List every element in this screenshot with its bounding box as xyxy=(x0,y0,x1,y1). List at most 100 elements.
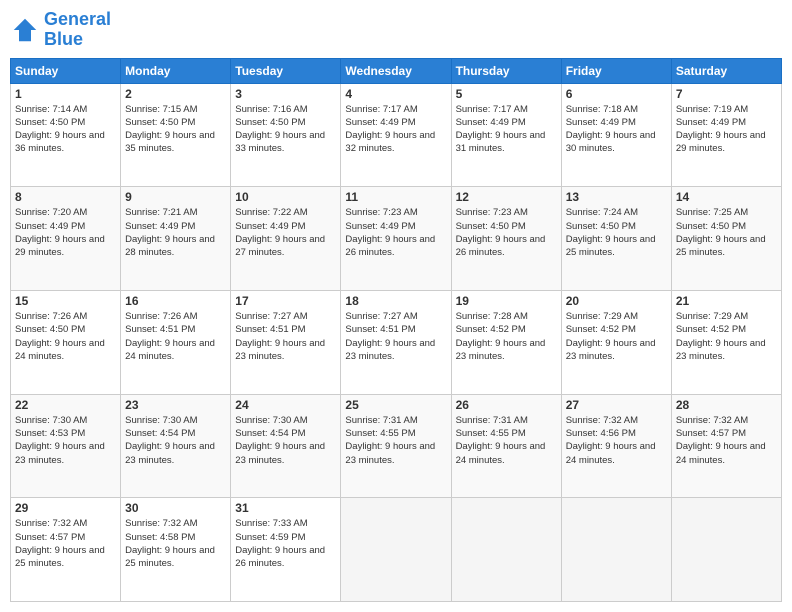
day-info: Sunrise: 7:30 AMSunset: 4:54 PMDaylight:… xyxy=(235,414,336,467)
calendar-cell: 5 Sunrise: 7:17 AMSunset: 4:49 PMDayligh… xyxy=(451,83,561,187)
day-number: 9 xyxy=(125,190,226,204)
day-number: 30 xyxy=(125,501,226,515)
calendar-cell: 22 Sunrise: 7:30 AMSunset: 4:53 PMDaylig… xyxy=(11,394,121,498)
day-number: 25 xyxy=(345,398,446,412)
day-number: 5 xyxy=(456,87,557,101)
day-number: 19 xyxy=(456,294,557,308)
calendar-cell: 30 Sunrise: 7:32 AMSunset: 4:58 PMDaylig… xyxy=(121,498,231,602)
day-info: Sunrise: 7:25 AMSunset: 4:50 PMDaylight:… xyxy=(676,206,777,259)
week-row-4: 22 Sunrise: 7:30 AMSunset: 4:53 PMDaylig… xyxy=(11,394,782,498)
calendar-cell: 21 Sunrise: 7:29 AMSunset: 4:52 PMDaylig… xyxy=(671,290,781,394)
day-number: 22 xyxy=(15,398,116,412)
day-info: Sunrise: 7:20 AMSunset: 4:49 PMDaylight:… xyxy=(15,206,116,259)
calendar-cell: 25 Sunrise: 7:31 AMSunset: 4:55 PMDaylig… xyxy=(341,394,451,498)
day-info: Sunrise: 7:30 AMSunset: 4:54 PMDaylight:… xyxy=(125,414,226,467)
calendar-cell xyxy=(451,498,561,602)
day-number: 11 xyxy=(345,190,446,204)
day-info: Sunrise: 7:26 AMSunset: 4:50 PMDaylight:… xyxy=(15,310,116,363)
day-info: Sunrise: 7:16 AMSunset: 4:50 PMDaylight:… xyxy=(235,103,336,156)
day-info: Sunrise: 7:17 AMSunset: 4:49 PMDaylight:… xyxy=(345,103,446,156)
day-number: 8 xyxy=(15,190,116,204)
calendar-cell: 26 Sunrise: 7:31 AMSunset: 4:55 PMDaylig… xyxy=(451,394,561,498)
calendar-cell: 13 Sunrise: 7:24 AMSunset: 4:50 PMDaylig… xyxy=(561,187,671,291)
day-info: Sunrise: 7:26 AMSunset: 4:51 PMDaylight:… xyxy=(125,310,226,363)
day-number: 4 xyxy=(345,87,446,101)
week-row-3: 15 Sunrise: 7:26 AMSunset: 4:50 PMDaylig… xyxy=(11,290,782,394)
day-number: 17 xyxy=(235,294,336,308)
calendar: Sunday Monday Tuesday Wednesday Thursday… xyxy=(10,58,782,602)
day-info: Sunrise: 7:29 AMSunset: 4:52 PMDaylight:… xyxy=(566,310,667,363)
day-info: Sunrise: 7:30 AMSunset: 4:53 PMDaylight:… xyxy=(15,414,116,467)
day-number: 23 xyxy=(125,398,226,412)
logo-text: General Blue xyxy=(44,10,111,50)
day-info: Sunrise: 7:23 AMSunset: 4:50 PMDaylight:… xyxy=(456,206,557,259)
calendar-cell: 6 Sunrise: 7:18 AMSunset: 4:49 PMDayligh… xyxy=(561,83,671,187)
day-info: Sunrise: 7:15 AMSunset: 4:50 PMDaylight:… xyxy=(125,103,226,156)
calendar-cell xyxy=(561,498,671,602)
day-number: 18 xyxy=(345,294,446,308)
day-number: 21 xyxy=(676,294,777,308)
calendar-cell: 10 Sunrise: 7:22 AMSunset: 4:49 PMDaylig… xyxy=(231,187,341,291)
calendar-cell: 23 Sunrise: 7:30 AMSunset: 4:54 PMDaylig… xyxy=(121,394,231,498)
header: General Blue xyxy=(10,10,782,50)
day-number: 26 xyxy=(456,398,557,412)
calendar-cell: 17 Sunrise: 7:27 AMSunset: 4:51 PMDaylig… xyxy=(231,290,341,394)
day-info: Sunrise: 7:23 AMSunset: 4:49 PMDaylight:… xyxy=(345,206,446,259)
calendar-cell: 31 Sunrise: 7:33 AMSunset: 4:59 PMDaylig… xyxy=(231,498,341,602)
col-wednesday: Wednesday xyxy=(341,58,451,83)
day-info: Sunrise: 7:29 AMSunset: 4:52 PMDaylight:… xyxy=(676,310,777,363)
day-info: Sunrise: 7:32 AMSunset: 4:57 PMDaylight:… xyxy=(15,517,116,570)
day-number: 20 xyxy=(566,294,667,308)
day-number: 2 xyxy=(125,87,226,101)
calendar-cell: 16 Sunrise: 7:26 AMSunset: 4:51 PMDaylig… xyxy=(121,290,231,394)
day-number: 28 xyxy=(676,398,777,412)
day-number: 31 xyxy=(235,501,336,515)
day-info: Sunrise: 7:18 AMSunset: 4:49 PMDaylight:… xyxy=(566,103,667,156)
calendar-table: Sunday Monday Tuesday Wednesday Thursday… xyxy=(10,58,782,602)
day-info: Sunrise: 7:19 AMSunset: 4:49 PMDaylight:… xyxy=(676,103,777,156)
calendar-cell: 27 Sunrise: 7:32 AMSunset: 4:56 PMDaylig… xyxy=(561,394,671,498)
calendar-cell: 3 Sunrise: 7:16 AMSunset: 4:50 PMDayligh… xyxy=(231,83,341,187)
day-number: 10 xyxy=(235,190,336,204)
day-info: Sunrise: 7:14 AMSunset: 4:50 PMDaylight:… xyxy=(15,103,116,156)
calendar-cell: 9 Sunrise: 7:21 AMSunset: 4:49 PMDayligh… xyxy=(121,187,231,291)
day-number: 12 xyxy=(456,190,557,204)
day-number: 7 xyxy=(676,87,777,101)
day-info: Sunrise: 7:17 AMSunset: 4:49 PMDaylight:… xyxy=(456,103,557,156)
day-number: 27 xyxy=(566,398,667,412)
day-info: Sunrise: 7:27 AMSunset: 4:51 PMDaylight:… xyxy=(235,310,336,363)
day-number: 24 xyxy=(235,398,336,412)
day-info: Sunrise: 7:32 AMSunset: 4:57 PMDaylight:… xyxy=(676,414,777,467)
day-number: 6 xyxy=(566,87,667,101)
day-number: 16 xyxy=(125,294,226,308)
calendar-cell xyxy=(671,498,781,602)
day-number: 13 xyxy=(566,190,667,204)
day-number: 3 xyxy=(235,87,336,101)
day-info: Sunrise: 7:31 AMSunset: 4:55 PMDaylight:… xyxy=(456,414,557,467)
week-row-2: 8 Sunrise: 7:20 AMSunset: 4:49 PMDayligh… xyxy=(11,187,782,291)
day-info: Sunrise: 7:27 AMSunset: 4:51 PMDaylight:… xyxy=(345,310,446,363)
day-info: Sunrise: 7:31 AMSunset: 4:55 PMDaylight:… xyxy=(345,414,446,467)
col-friday: Friday xyxy=(561,58,671,83)
calendar-cell: 24 Sunrise: 7:30 AMSunset: 4:54 PMDaylig… xyxy=(231,394,341,498)
col-sunday: Sunday xyxy=(11,58,121,83)
day-info: Sunrise: 7:32 AMSunset: 4:56 PMDaylight:… xyxy=(566,414,667,467)
calendar-cell: 12 Sunrise: 7:23 AMSunset: 4:50 PMDaylig… xyxy=(451,187,561,291)
calendar-cell: 2 Sunrise: 7:15 AMSunset: 4:50 PMDayligh… xyxy=(121,83,231,187)
week-row-1: 1 Sunrise: 7:14 AMSunset: 4:50 PMDayligh… xyxy=(11,83,782,187)
day-number: 14 xyxy=(676,190,777,204)
page: General Blue Sunday Monday Tuesday Wedne… xyxy=(0,0,792,612)
col-thursday: Thursday xyxy=(451,58,561,83)
calendar-cell xyxy=(341,498,451,602)
calendar-cell: 8 Sunrise: 7:20 AMSunset: 4:49 PMDayligh… xyxy=(11,187,121,291)
calendar-cell: 1 Sunrise: 7:14 AMSunset: 4:50 PMDayligh… xyxy=(11,83,121,187)
calendar-cell: 18 Sunrise: 7:27 AMSunset: 4:51 PMDaylig… xyxy=(341,290,451,394)
calendar-cell: 20 Sunrise: 7:29 AMSunset: 4:52 PMDaylig… xyxy=(561,290,671,394)
calendar-cell: 19 Sunrise: 7:28 AMSunset: 4:52 PMDaylig… xyxy=(451,290,561,394)
day-number: 15 xyxy=(15,294,116,308)
day-info: Sunrise: 7:22 AMSunset: 4:49 PMDaylight:… xyxy=(235,206,336,259)
calendar-cell: 29 Sunrise: 7:32 AMSunset: 4:57 PMDaylig… xyxy=(11,498,121,602)
day-info: Sunrise: 7:33 AMSunset: 4:59 PMDaylight:… xyxy=(235,517,336,570)
day-info: Sunrise: 7:32 AMSunset: 4:58 PMDaylight:… xyxy=(125,517,226,570)
day-info: Sunrise: 7:28 AMSunset: 4:52 PMDaylight:… xyxy=(456,310,557,363)
